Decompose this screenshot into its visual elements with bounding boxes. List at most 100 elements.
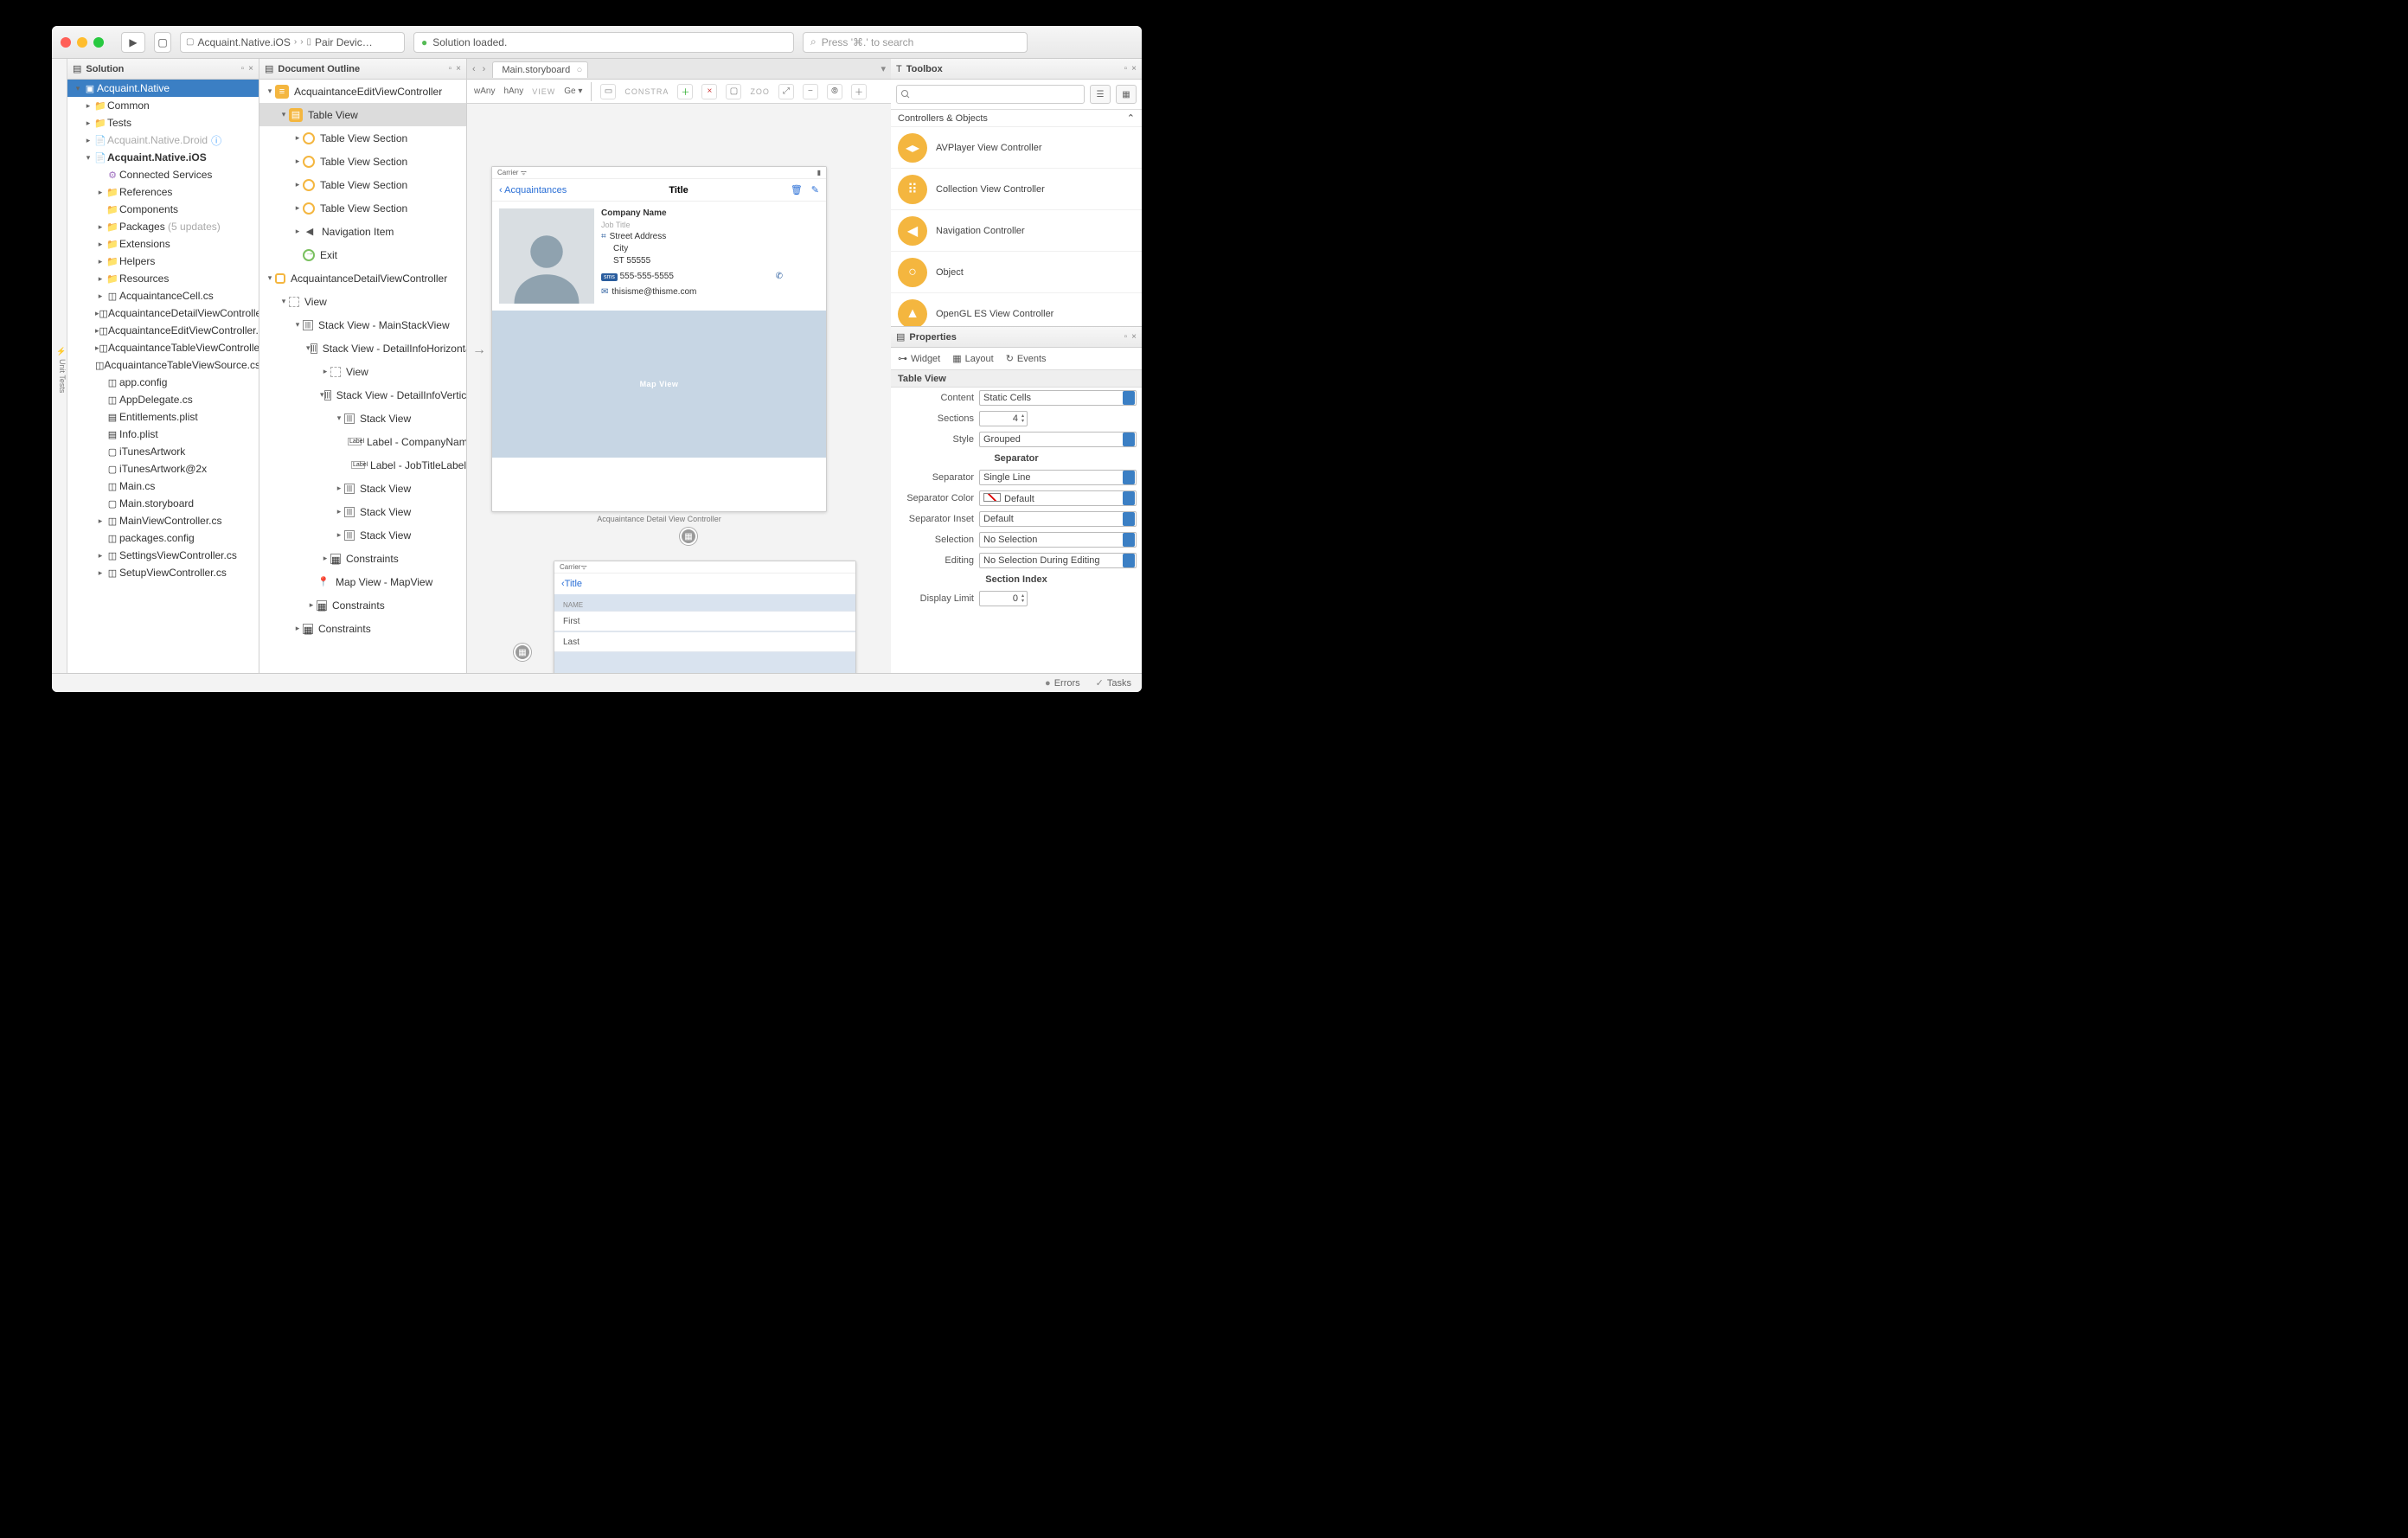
close-icon[interactable]: × [248,64,253,74]
run-button[interactable]: ▶ [121,32,145,53]
back-button[interactable]: ‹ Acquaintances [499,185,567,195]
outline-item[interactable]: ▾View [259,290,466,313]
solution-item[interactable]: ▸📁Extensions [67,235,259,253]
outline-item[interactable]: 📍Map View - MapView [259,570,466,593]
solution-root[interactable]: ▾▣ Acquaint.Native [67,80,259,97]
solution-item[interactable]: ⚙Connected Services [67,166,259,183]
nav-back-icon[interactable]: ‹ [472,64,476,74]
grid-view-icon[interactable]: ▦ [1116,85,1137,104]
solution-item[interactable]: ▸◫SettingsViewController.cs [67,547,259,564]
close-tab-icon[interactable]: ○ [577,65,583,75]
add-constraint-icon[interactable]: ＋ [677,84,693,99]
scene-edit[interactable]: Carrier ᯤ ‹ Title NAME First Last [554,561,856,673]
zoom-fit-icon[interactable]: ⤢ [778,84,794,99]
solution-item[interactable]: ▸📁Packages (5 updates) [67,218,259,235]
trash-icon[interactable]: 🗑 [791,184,803,195]
size-w[interactable]: wAny [474,87,495,96]
outline-item[interactable]: Exit [259,243,466,266]
close-icon[interactable]: × [1131,332,1137,342]
close-icon[interactable]: × [1131,64,1137,74]
scene-detail[interactable]: Carrier ᯤ ▮ ‹ Acquaintances Title 🗑 ✎ [491,166,827,512]
outline-item[interactable]: ▸|||Stack View [259,500,466,523]
pin-icon[interactable]: ▫ [1124,64,1128,74]
solution-item[interactable]: ▢Main.storyboard [67,495,259,512]
solution-item[interactable]: ◫Main.cs [67,477,259,495]
solution-item[interactable]: ◫app.config [67,374,259,391]
pin-icon[interactable]: ▫ [241,64,245,74]
view-mode[interactable]: Ge ▾ [564,87,582,96]
toolbox-search[interactable] [896,85,1085,104]
solution-item[interactable]: ▢iTunesArtwork [67,443,259,460]
solution-item[interactable]: 📁Components [67,201,259,218]
solution-item[interactable]: ▸◫AcquaintanceEditViewController.cs [67,322,259,339]
segue-node-icon[interactable]: ▦ [514,644,531,661]
outline-item[interactable]: ▸Table View Section [259,196,466,220]
outline-item[interactable]: ▸◀Navigation Item [259,220,466,243]
pin-icon[interactable]: ▫ [449,64,452,74]
config-button[interactable]: ▢ [154,32,171,53]
outline-item[interactable]: ▾AcquaintanceDetailViewController [259,266,466,290]
outline-item[interactable]: ▾|||Stack View [259,407,466,430]
segue-node-icon[interactable]: ▦ [680,528,697,545]
outline-item[interactable]: ▾|||Stack View - DetailInfoVertical [259,383,466,407]
edit-icon[interactable]: ✎ [811,184,819,195]
solution-item[interactable]: ▸📁Resources [67,270,259,287]
outline-item[interactable]: ▾|||Stack View - DetailInfoHorizontal [259,336,466,360]
solution-item[interactable]: ▸📁Helpers [67,253,259,270]
toolbox-item[interactable]: ○Object [891,252,1142,293]
list-view-icon[interactable]: ☰ [1090,85,1111,104]
outline-tree[interactable]: ▾≡AcquaintanceEditViewController▾▤Table … [259,80,466,673]
pin-icon[interactable]: ▫ [1124,332,1128,342]
tab-menu-icon[interactable]: ▾ [881,63,886,74]
outline-item[interactable]: ▾≡AcquaintanceEditViewController [259,80,466,103]
outline-item[interactable]: ▸|||Stack View [259,523,466,547]
separator-inset-select[interactable]: Default [979,511,1137,527]
editing-select[interactable]: No Selection During Editing [979,553,1137,568]
toolbox-category[interactable]: Controllers & Objects ⌃ [891,110,1142,127]
global-search[interactable]: ⌕ Press '⌘.' to search [803,32,1028,53]
tasks-button[interactable]: Tasks [1096,677,1131,689]
toolbox-item[interactable]: ⠿Collection View Controller [891,169,1142,210]
separator-color-select[interactable]: Default [979,490,1137,506]
selection-select[interactable]: No Selection [979,532,1137,548]
solution-item[interactable]: ◫packages.config [67,529,259,547]
tab-widget[interactable]: ⊶Widget [898,353,940,364]
solution-item[interactable]: ◫AcquaintanceTableViewSource.cs [67,356,259,374]
outline-item[interactable]: ▸▦Constraints [259,617,466,640]
nav-fwd-icon[interactable]: › [483,64,486,74]
zoom-in-icon[interactable]: ＋ [851,84,867,99]
style-select[interactable]: Grouped [979,432,1137,447]
solution-item[interactable]: ▸◫MainViewController.cs [67,512,259,529]
outline-item[interactable]: ▸Table View Section [259,126,466,150]
unit-tests-tab[interactable]: ⚡ Unit Tests [52,59,67,673]
close-window-icon[interactable] [61,37,71,48]
tab-layout[interactable]: ▦Layout [952,353,993,364]
solution-item[interactable]: ▸◫SetupViewController.cs [67,564,259,581]
outline-item[interactable]: ▸▦Constraints [259,593,466,617]
minimize-window-icon[interactable] [77,37,87,48]
solution-item[interactable]: ▸📄Acquaint.Native.Droidⓘ [67,131,259,149]
outline-item[interactable]: LabelLabel - JobTitleLabel [259,453,466,477]
solution-item[interactable]: ▸◫AcquaintanceTableViewController.cs [67,339,259,356]
sections-stepper[interactable]: 4 [979,411,1028,426]
zoom-window-icon[interactable] [93,37,104,48]
solution-item[interactable]: ▤Entitlements.plist [67,408,259,426]
toolbox-item[interactable]: ▲OpenGL ES View Controller [891,293,1142,326]
content-select[interactable]: Static Cells [979,390,1137,406]
toolbox-item[interactable]: ◂▸AVPlayer View Controller [891,127,1142,169]
solution-item[interactable]: ▸📁References [67,183,259,201]
outline-item[interactable]: ▸Table View Section [259,150,466,173]
errors-button[interactable]: Errors [1045,678,1080,689]
solution-item[interactable]: ▾📄Acquaint.Native.iOS [67,149,259,166]
editor-tab[interactable]: Main.storyboard ○ [492,61,588,78]
toolbox-list[interactable]: ◂▸AVPlayer View Controller⠿Collection Vi… [891,127,1142,326]
storyboard-canvas[interactable]: → Carrier ᯤ ▮ ‹ Acquaintances Title 🗑 ✎ [467,104,891,673]
separator-select[interactable]: Single Line [979,470,1137,485]
table-row[interactable]: First [554,611,855,631]
constraint-mode-icon[interactable]: ▭ [600,84,616,99]
outline-item[interactable]: ▾|||Stack View - MainStackView [259,313,466,336]
solution-item[interactable]: ▸📁Common [67,97,259,114]
solution-item[interactable]: ▸📁Tests [67,114,259,131]
toolbox-item[interactable]: ◀Navigation Controller [891,210,1142,252]
outline-item[interactable]: ▸▦Constraints [259,547,466,570]
